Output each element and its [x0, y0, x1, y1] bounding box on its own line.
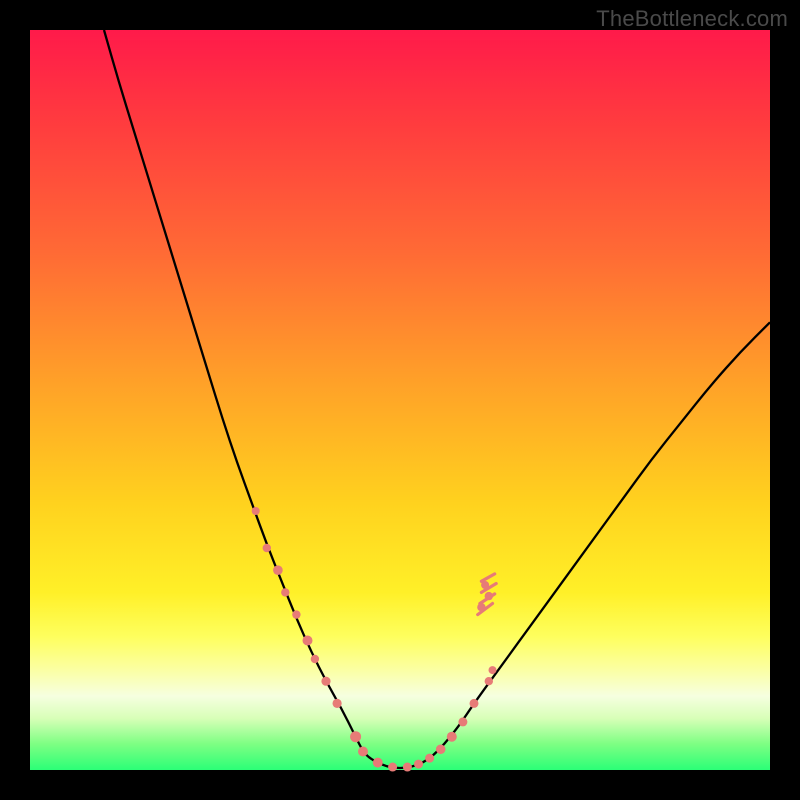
scatter-dot	[436, 744, 446, 754]
scatter-dot	[414, 760, 423, 769]
scatter-dot	[403, 763, 412, 772]
bottleneck-curve	[104, 30, 770, 768]
scatter-dot	[458, 717, 467, 726]
scatter-dot	[447, 732, 457, 742]
scatter-dot	[470, 699, 479, 708]
scatter-dot	[477, 603, 485, 611]
scatter-dot	[303, 636, 313, 646]
scatter-dot	[485, 677, 493, 685]
plot-svg-container	[30, 30, 770, 770]
scatter-dot	[425, 754, 434, 763]
scatter-dot	[388, 763, 397, 772]
scatter-dot	[273, 565, 283, 575]
scatter-dot	[292, 610, 300, 618]
scatter-dot	[350, 731, 361, 742]
scatter-points	[252, 507, 497, 772]
scatter-dot	[281, 588, 289, 596]
scatter-dot	[373, 758, 383, 768]
scatter-dot	[358, 747, 368, 757]
scatter-dot	[333, 699, 342, 708]
scatter-dot	[485, 592, 493, 600]
plot-svg	[30, 30, 770, 770]
scatter-dot	[321, 677, 330, 686]
watermark-text: TheBottleneck.com	[596, 6, 788, 32]
scatter-dot	[489, 666, 497, 674]
scatter-dot	[481, 581, 489, 589]
scatter-dot	[252, 507, 260, 515]
scatter-dot	[263, 544, 271, 552]
scatter-dot	[311, 655, 319, 663]
